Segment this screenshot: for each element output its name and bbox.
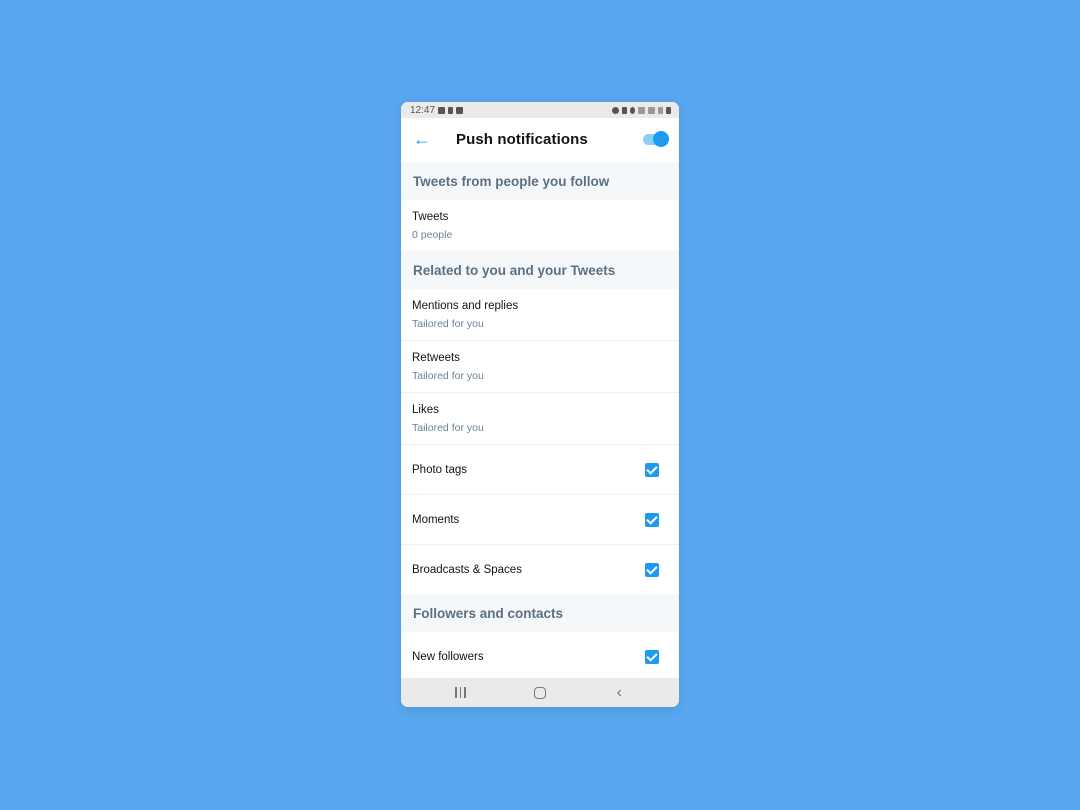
section-header-related-to-you: Related to you and your Tweets <box>401 251 679 289</box>
gallery-icon <box>438 106 446 114</box>
push-notifications-toggle[interactable] <box>643 131 669 147</box>
setting-broadcasts-spaces[interactable]: Broadcasts & Spaces <box>401 545 679 594</box>
setting-label: Moments <box>412 513 460 526</box>
signal-icon <box>658 106 663 114</box>
top-app-bar: ← Push notifications <box>401 118 679 162</box>
setting-new-followers[interactable]: New followers <box>401 632 679 681</box>
photo-tags-checkbox[interactable] <box>645 462 659 477</box>
setting-photo-tags[interactable]: Photo tags <box>401 445 679 495</box>
page-title: Push notifications <box>456 131 588 148</box>
battery-icon <box>666 106 671 114</box>
toggle-thumb <box>653 131 669 147</box>
setting-moments[interactable]: Moments <box>401 495 679 545</box>
status-time: 12:47 <box>410 104 436 116</box>
setting-sublabel: 0 people <box>412 228 453 241</box>
recents-icon <box>455 687 466 698</box>
broadcasts-spaces-checkbox[interactable] <box>645 562 659 577</box>
system-back-button[interactable]: ‹ <box>604 683 634 703</box>
setting-retweets[interactable]: Retweets Tailored for you <box>401 341 679 393</box>
setting-label: Mentions and replies <box>412 299 519 312</box>
notification-icon <box>456 106 464 114</box>
wifi-icon <box>638 106 645 114</box>
setting-label: Retweets <box>412 351 460 364</box>
system-nav-bar: ‹ <box>401 678 679 707</box>
moments-checkbox[interactable] <box>645 512 659 527</box>
back-icon: ‹ <box>616 683 622 701</box>
back-button[interactable]: ← <box>413 129 433 149</box>
status-bar: 12:47 <box>401 102 679 118</box>
arrow-left-icon: ← <box>413 129 431 149</box>
alarm-icon <box>612 106 619 114</box>
setting-label: New followers <box>412 650 484 663</box>
setting-label: Tweets <box>412 210 449 223</box>
setting-label: Likes <box>412 403 439 416</box>
section-header-followers-contacts: Followers and contacts <box>401 594 679 632</box>
setting-likes[interactable]: Likes Tailored for you <box>401 393 679 445</box>
setting-mentions-and-replies[interactable]: Mentions and replies Tailored for you <box>401 289 679 341</box>
setting-label: Broadcasts & Spaces <box>412 563 522 576</box>
home-icon <box>533 686 546 699</box>
setting-label: Photo tags <box>412 463 467 476</box>
new-followers-checkbox[interactable] <box>645 649 659 664</box>
setting-sublabel: Tailored for you <box>412 369 484 382</box>
mute-icon <box>622 106 627 114</box>
recents-button[interactable] <box>446 683 476 703</box>
home-button[interactable] <box>525 683 555 703</box>
setting-sublabel: Tailored for you <box>412 421 484 434</box>
phone-screen: 12:47 ← Push notifications Tweets from p… <box>401 102 679 707</box>
location-icon <box>630 106 635 114</box>
setting-tweets[interactable]: Tweets 0 people <box>401 200 679 251</box>
volte-icon <box>648 106 655 114</box>
person-icon <box>448 106 454 114</box>
setting-sublabel: Tailored for you <box>412 317 484 330</box>
section-header-tweets-from-people: Tweets from people you follow <box>401 162 679 200</box>
